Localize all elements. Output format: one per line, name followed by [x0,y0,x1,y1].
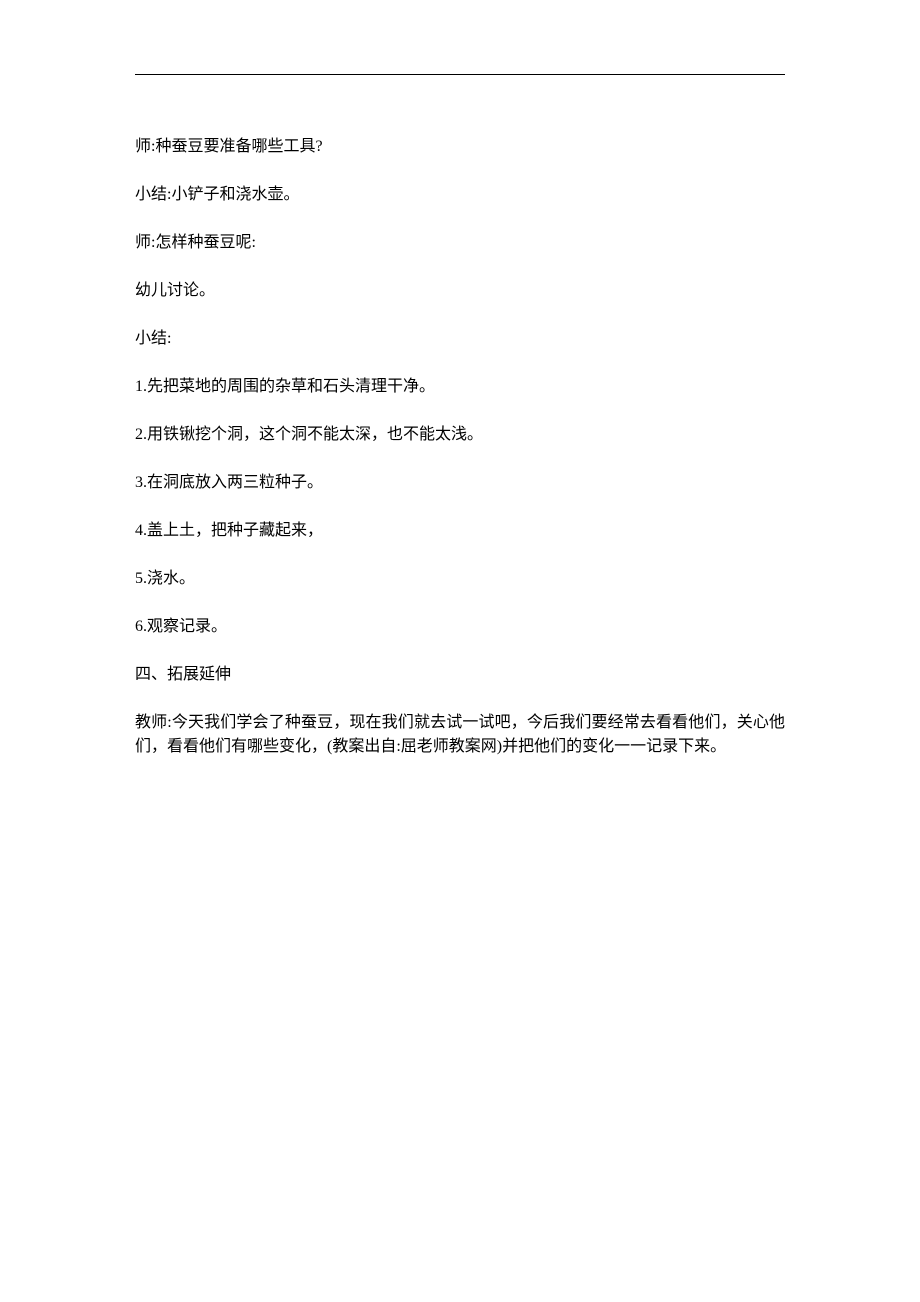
paragraph: 6.观察记录。 [135,615,785,639]
paragraph: 幼儿讨论。 [135,279,785,303]
paragraph: 小结:小铲子和浇水壶。 [135,183,785,207]
document-page: 师:种蚕豆要准备哪些工具? 小结:小铲子和浇水壶。 师:怎样种蚕豆呢: 幼儿讨论… [0,0,920,1302]
paragraph: 4.盖上土，把种子藏起来， [135,519,785,543]
paragraph: 2.用铁锹挖个洞，这个洞不能太深，也不能太浅。 [135,423,785,447]
paragraph: 小结: [135,327,785,351]
paragraph: 师:种蚕豆要准备哪些工具? [135,135,785,159]
paragraph: 师:怎样种蚕豆呢: [135,231,785,255]
paragraph: 3.在洞底放入两三粒种子。 [135,471,785,495]
paragraph: 四、拓展延伸 [135,663,785,687]
header-rule [135,74,785,75]
paragraph: 5.浇水。 [135,567,785,591]
paragraph: 1.先把菜地的周围的杂草和石头清理干净。 [135,375,785,399]
paragraph: 教师:今天我们学会了种蚕豆，现在我们就去试一试吧，今后我们要经常去看看他们，关心… [135,711,785,759]
